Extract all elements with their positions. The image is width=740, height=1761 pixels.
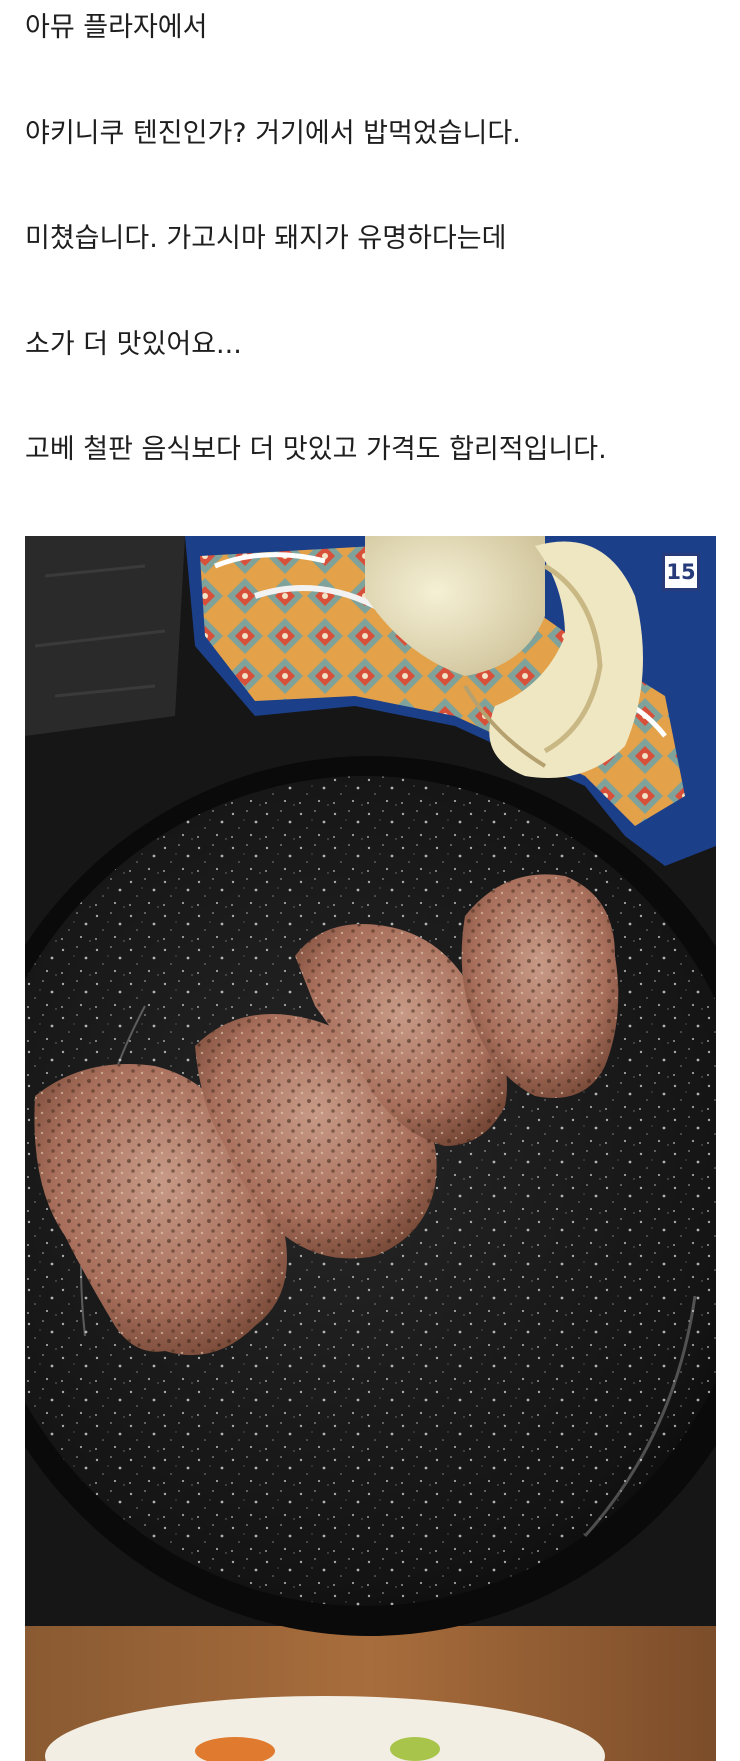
post-image[interactable]: 15 xyxy=(25,536,716,1761)
image-count-badge: 15 xyxy=(662,553,700,591)
food-photo xyxy=(25,536,716,1761)
post-paragraph: 야키니쿠 텐진인가? 거기에서 밥먹었습니다. xyxy=(25,118,521,149)
post-paragraph: 아뮤 플라자에서 xyxy=(25,12,208,43)
post-paragraph: 미쳤습니다. 가고시마 돼지가 유명하다는데 xyxy=(25,223,507,254)
post-paragraph: 고베 철판 음식보다 더 맛있고 가격도 합리적입니다. xyxy=(25,434,607,465)
post-paragraph: 소가 더 맛있어요... xyxy=(25,329,242,360)
